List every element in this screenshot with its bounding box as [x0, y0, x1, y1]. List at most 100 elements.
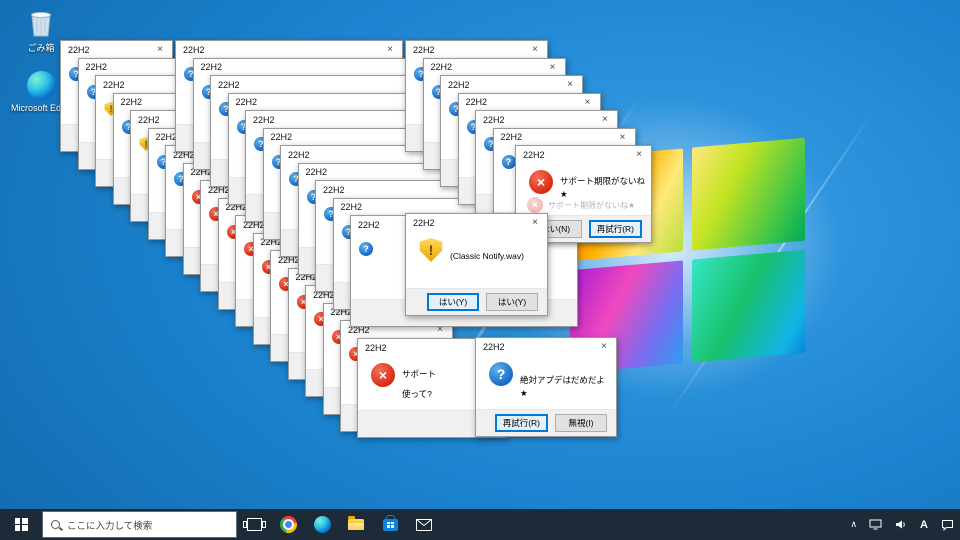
dialog-title: 22H2: [323, 184, 345, 195]
dialog-title: 22H2: [483, 114, 505, 125]
dialog-button[interactable]: 無視(I): [555, 414, 607, 432]
close-icon[interactable]: ×: [541, 59, 565, 76]
dialog-title: 22H2: [120, 97, 143, 107]
edge-icon: [26, 70, 56, 100]
question-icon: ?: [501, 154, 516, 169]
taskbar-app-explorer[interactable]: [339, 509, 373, 540]
taskbar-app-store[interactable]: [373, 509, 407, 540]
question-icon: ?: [359, 242, 373, 256]
edge-icon: [313, 516, 331, 533]
start-button[interactable]: [0, 509, 42, 540]
dialog-title: 22H2: [430, 62, 453, 72]
dialog-title: 22H2: [448, 79, 470, 90]
dialog-titlebar[interactable]: 22H2 ×: [441, 76, 582, 93]
dialog-title: 22H2: [253, 114, 275, 125]
flag-pane-bottom-right: [692, 249, 805, 363]
dialog-title: 22H2: [483, 341, 505, 352]
dialog-titlebar[interactable]: 22H2 ×: [476, 111, 617, 128]
taskbar-app-edge[interactable]: [305, 509, 339, 540]
close-icon[interactable]: ×: [576, 94, 600, 111]
close-icon[interactable]: ×: [611, 129, 635, 146]
close-icon[interactable]: ×: [627, 146, 651, 163]
error-icon: ×: [529, 170, 553, 194]
flag-pane-top-right: [692, 137, 805, 251]
dialog-footer: 再試行(R) 無視(I): [476, 409, 616, 436]
windows-start-icon: [14, 518, 28, 531]
question-icon: ?: [489, 362, 513, 386]
ghost-message: サポート期限がないね★: [548, 200, 636, 210]
volume-icon[interactable]: [888, 509, 913, 540]
dialog-title: 22H2: [85, 62, 108, 72]
taskbar: ここに入力して検索 ∧ A: [0, 509, 960, 540]
close-icon[interactable]: ×: [523, 41, 547, 58]
dialog-title: 22H2: [270, 132, 293, 142]
recycle-bin-icon: [28, 8, 54, 38]
close-icon[interactable]: ×: [593, 111, 617, 128]
dialog-button[interactable]: はい(Y): [486, 293, 538, 311]
error-icon: ×: [527, 197, 543, 213]
close-icon[interactable]: ×: [148, 41, 172, 58]
task-view-button[interactable]: [237, 509, 271, 540]
dialog-title: 22H2: [413, 217, 435, 228]
dialog-title: 22H2: [523, 149, 545, 160]
dialog-no-update: 22H2 ×? 絶対アプデはだめだよ★ 再試行(R) 無視(I): [475, 337, 617, 437]
dialog-title: 22H2: [103, 79, 125, 90]
desktop-icon-label: ごみ箱: [27, 43, 55, 53]
dialog-body: ! (Classic Notify.wav): [406, 231, 547, 288]
dialog-body: × サポート期限がないね★ × サポート期限がないね★: [516, 163, 651, 215]
dialog-title: 22H2: [305, 167, 328, 177]
desktop: ごみ箱 Microsoft Edge 22H2×?22H2×?22H2×!22H…: [0, 0, 960, 540]
ghost-message-row: × サポート期限がないね★: [527, 197, 647, 213]
dialog-titlebar[interactable]: 22H2 ×: [423, 58, 565, 76]
chrome-icon: [279, 516, 297, 533]
close-icon[interactable]: ×: [592, 338, 616, 355]
dialog-title: 22H2: [340, 202, 363, 212]
dialog-titlebar[interactable]: 22H2 ×: [493, 128, 635, 146]
dialog-title: 22H2: [288, 149, 310, 160]
dialog-title: 22H2: [200, 62, 223, 72]
dialog-titlebar[interactable]: 22H2 ×: [476, 338, 616, 355]
dialog-titlebar[interactable]: 22H2 ×: [406, 214, 547, 231]
dialog-title: 22H2: [358, 219, 380, 230]
dialog-titlebar[interactable]: 22H2 ×: [61, 41, 172, 58]
action-center-icon[interactable]: [935, 509, 960, 540]
dialog-titlebar[interactable]: 22H2 ×: [176, 41, 402, 58]
network-icon[interactable]: [863, 509, 888, 540]
dialog-title: 22H2: [500, 132, 523, 142]
dialog-title: 22H2: [183, 44, 205, 55]
dialog-title: 22H2: [68, 44, 90, 55]
dialog-button[interactable]: 再試行(R): [494, 414, 548, 432]
ime-indicator[interactable]: A: [913, 509, 935, 540]
dialog-title: 22H2: [465, 97, 488, 107]
dialog-button[interactable]: 再試行(R): [588, 220, 642, 238]
dialog-message: 絶対アプデはだめだよ★: [520, 375, 605, 399]
search-icon: [51, 520, 60, 529]
close-icon[interactable]: ×: [558, 76, 582, 93]
dialog-titlebar[interactable]: 22H2×: [406, 41, 547, 58]
dialog-title: 22H2: [218, 79, 240, 90]
dialog-classic-notify: 22H2 ×! (Classic Notify.wav) はい(Y) はい(Y): [405, 213, 548, 316]
dialog-title: 22H2: [138, 114, 160, 125]
close-icon[interactable]: ×: [523, 214, 547, 231]
taskbar-app-browser[interactable]: [271, 509, 305, 540]
taskbar-app-mail[interactable]: [407, 509, 441, 540]
dialog-titlebar[interactable]: 22H2×: [78, 58, 190, 76]
warning-icon: !: [419, 238, 443, 262]
dialog-footer: はい(Y) はい(Y): [406, 288, 547, 315]
mail-icon: [416, 518, 432, 531]
file-explorer-icon: [348, 516, 364, 530]
close-icon[interactable]: ×: [378, 41, 402, 58]
dialog-titlebar[interactable]: 22H2 ×: [516, 146, 651, 163]
dialog-titlebar[interactable]: 22H2 ×: [458, 93, 600, 111]
dialog-button[interactable]: はい(Y): [427, 293, 479, 311]
taskbar-search-box[interactable]: ここに入力して検索: [42, 511, 237, 538]
dialog-titlebar[interactable]: 22H2×: [193, 58, 420, 76]
dialog-title: 22H2: [235, 97, 258, 107]
search-placeholder: ここに入力して検索: [67, 520, 153, 532]
store-icon: [382, 514, 398, 531]
task-view-icon: [242, 518, 266, 531]
dialog-title: 22H2: [365, 342, 387, 353]
error-icon: ×: [371, 363, 395, 387]
dialog-titlebar[interactable]: 22H2×: [211, 76, 437, 93]
tray-show-hidden-icons[interactable]: ∧: [844, 509, 863, 540]
